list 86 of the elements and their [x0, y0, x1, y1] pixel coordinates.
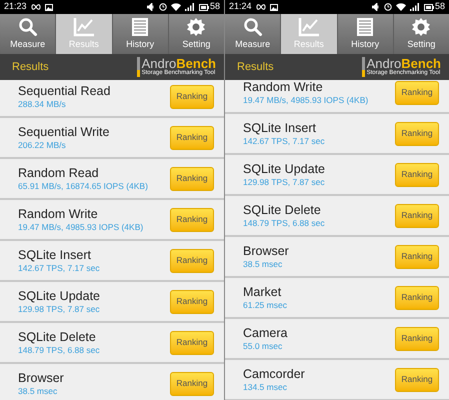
signal-icon — [410, 3, 420, 11]
test-result: 206.22 MB/s — [18, 140, 67, 150]
ranking-button[interactable]: Ranking — [395, 122, 439, 146]
test-name: SQLite Delete — [18, 330, 97, 344]
volume-icon — [372, 3, 380, 11]
section-title: Results — [12, 60, 49, 75]
ranking-button[interactable]: Ranking — [170, 166, 214, 190]
infinity-icon — [256, 4, 266, 10]
thermometer-icon — [362, 57, 365, 77]
signal-icon — [184, 3, 195, 11]
ranking-button[interactable]: Ranking — [395, 162, 439, 186]
test-name: Sequential Write — [18, 124, 110, 140]
alarm-icon — [158, 3, 167, 11]
line-chart-icon — [298, 16, 320, 37]
test-result: 65.91 MB/s, 16874.65 IOPS (4KB) — [18, 180, 149, 192]
search-icon — [242, 16, 263, 37]
test-result: 55.0 msec — [243, 340, 284, 352]
ranking-button[interactable]: Ranking — [395, 368, 439, 392]
volume-icon — [146, 3, 155, 11]
ranking-button[interactable]: Ranking — [395, 244, 439, 268]
test-name: Browser — [18, 370, 65, 386]
test-result: 142.67 TPS, 7.17 sec — [18, 262, 101, 274]
test-name: SQLite Delete — [243, 202, 322, 218]
test-result: 19.47 MB/s, 4985.93 IOPS (4KB) — [243, 94, 370, 106]
settings-icon — [411, 16, 432, 37]
test-result: 61.25 msec — [243, 300, 288, 310]
test-result: 134.5 msec — [243, 382, 288, 392]
test-name: SQLite Insert — [243, 120, 317, 136]
test-result: 148.79 TPS, 6.88 sec — [18, 344, 101, 356]
test-name: Random Write — [18, 206, 99, 222]
battery-icon — [198, 4, 209, 10]
battery-text: 58 — [434, 0, 445, 14]
ranking-button[interactable]: Ranking — [170, 208, 214, 232]
ranking-button[interactable]: Ranking — [170, 330, 214, 354]
test-result: 288.34 MB/s — [18, 98, 67, 110]
ranking-button[interactable]: Ranking — [170, 248, 214, 272]
list-icon — [131, 16, 150, 37]
ranking-button[interactable]: Ranking — [170, 84, 214, 108]
ranking-button[interactable]: Ranking — [395, 286, 439, 310]
search-icon — [18, 16, 38, 37]
test-result: 129.98 TPS, 7.87 sec — [243, 176, 326, 188]
test-name: Random Read — [18, 166, 100, 180]
test-name: Sequential Read — [18, 84, 112, 98]
tab[interactable]: Measure — [0, 14, 56, 54]
ranking-button[interactable]: Ranking — [170, 126, 214, 150]
logo-text: AndroBench — [366, 57, 441, 70]
test-name: SQLite Update — [243, 162, 326, 176]
tab[interactable]: History — [338, 14, 393, 54]
image-icon — [270, 4, 278, 10]
ranking-button[interactable]: Ranking — [395, 204, 439, 228]
section-title: Results — [237, 60, 274, 75]
line-chart-icon — [72, 16, 95, 37]
test-name: Camcorder — [243, 366, 306, 382]
clock-text: 21:24 — [229, 0, 252, 14]
test-name: SQLite Update — [18, 288, 101, 304]
test-result: 19.47 MB/s, 4985.93 IOPS (4KB) — [18, 222, 144, 232]
tab[interactable]: Measure — [225, 14, 280, 54]
alarm-icon — [384, 3, 392, 11]
image-icon — [44, 4, 53, 10]
list-icon — [356, 16, 374, 37]
test-result: 142.67 TPS, 7.17 sec — [243, 136, 326, 146]
test-name: Camera — [243, 326, 288, 340]
ranking-button[interactable]: Ranking — [395, 326, 439, 350]
tab[interactable]: History — [112, 14, 168, 54]
tab[interactable]: Setting — [168, 14, 224, 54]
test-name: Random Write — [243, 80, 324, 94]
infinity-icon — [30, 4, 41, 10]
test-name: Market — [243, 284, 282, 300]
tab[interactable]: Setting — [394, 14, 449, 54]
ranking-button[interactable]: Ranking — [170, 372, 214, 396]
logo-text: AndroBench — [142, 57, 216, 70]
test-result: 38.5 msec — [243, 258, 284, 270]
test-name: Browser — [243, 244, 290, 258]
test-result: 148.79 TPS, 6.88 sec — [243, 218, 326, 228]
ranking-button[interactable]: Ranking — [170, 290, 214, 314]
test-name: SQLite Insert — [18, 248, 92, 262]
settings-icon — [186, 16, 206, 37]
ranking-button[interactable]: Ranking — [395, 80, 439, 104]
wifi-icon — [396, 3, 406, 11]
test-result: 38.5 msec — [18, 386, 58, 396]
battery-icon — [424, 4, 434, 10]
wifi-icon — [170, 3, 181, 11]
thermometer-icon — [136, 57, 140, 77]
test-result: 129.98 TPS, 7.87 sec — [18, 304, 101, 314]
battery-text: 58 — [210, 0, 220, 14]
clock-text: 21:23 — [4, 0, 27, 14]
